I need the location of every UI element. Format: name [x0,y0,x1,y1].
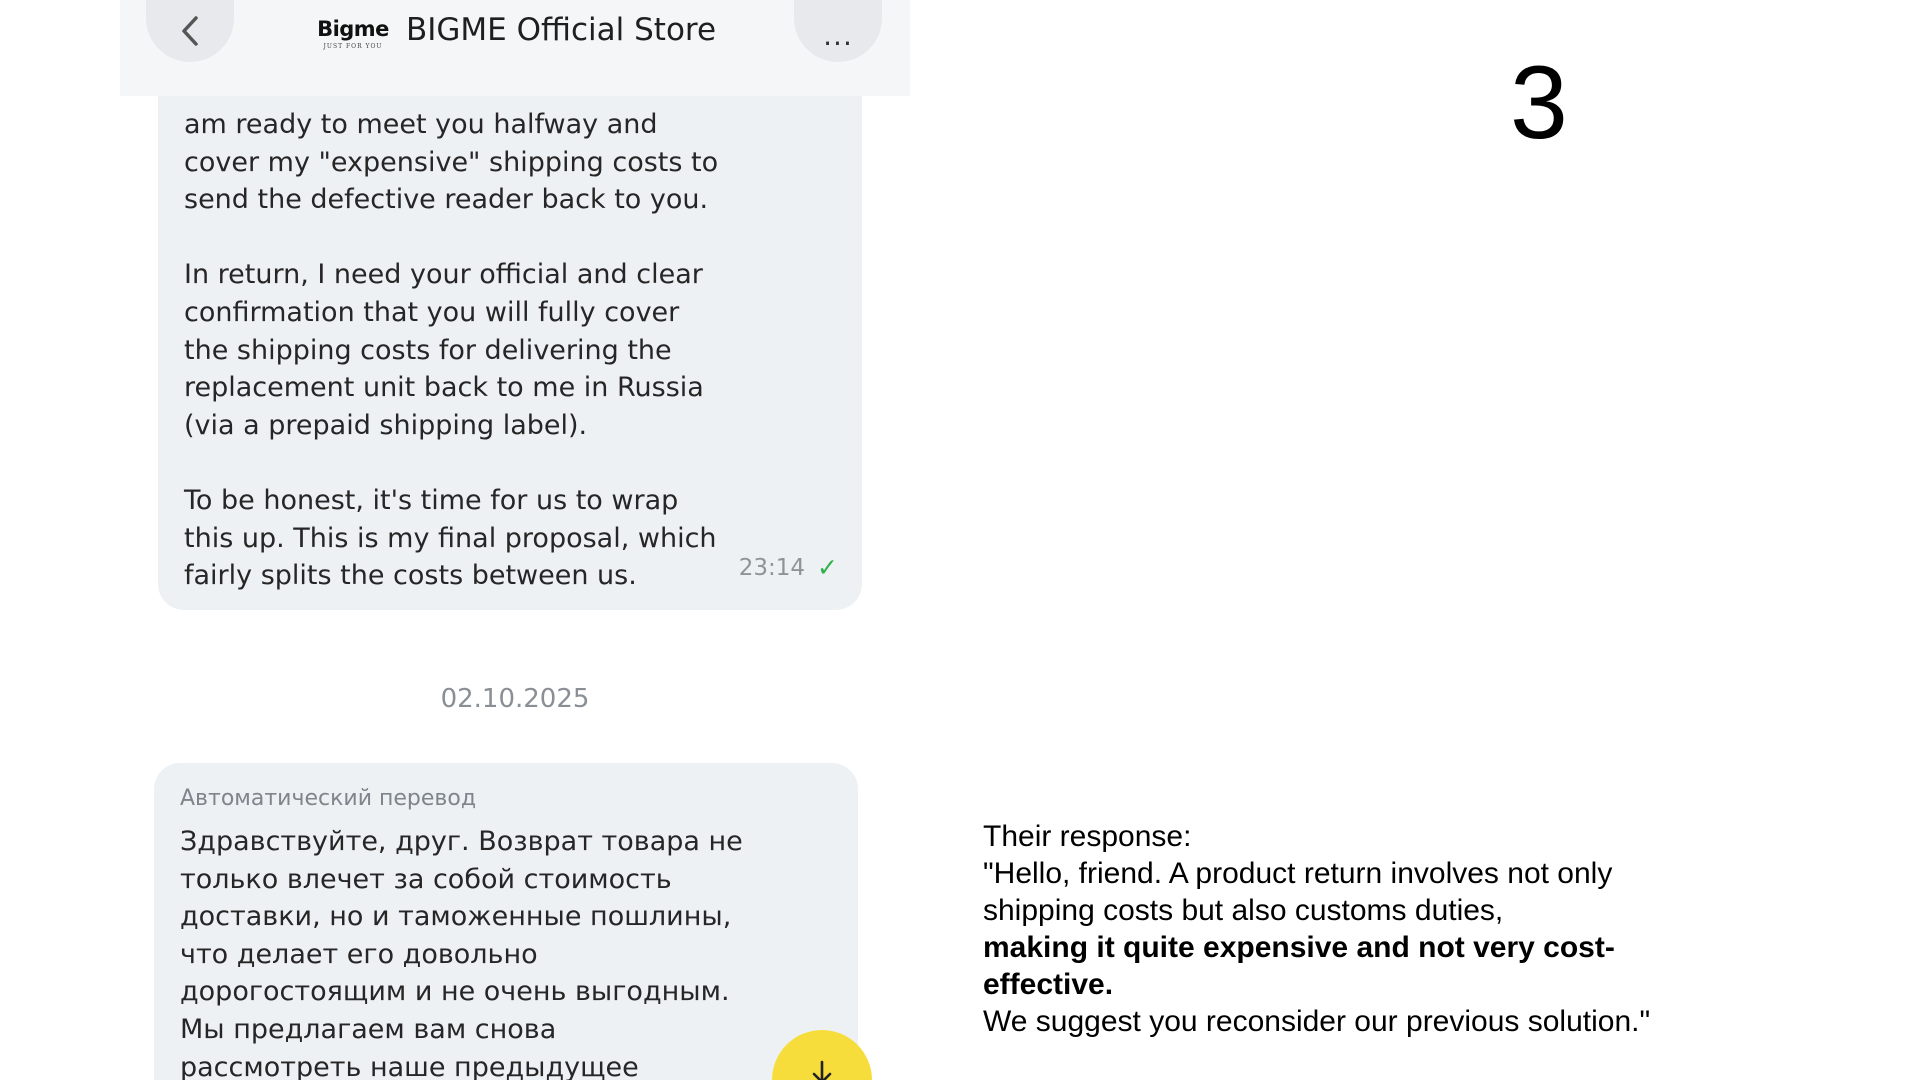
outgoing-message-bubble[interactable]: am ready to meet you halfway and cover my… [158,40,862,610]
date-separator: 02.10.2025 [440,684,590,714]
message-line: confirmation that you will fully cover [184,296,680,328]
caption: Their response: "Hello, friend. A produc… [983,818,1703,1040]
caption-emphasis: making it quite expensive and not very c… [983,931,1615,1001]
logo-tagline: JUST FOR YOU [323,43,383,50]
message-line: send the defective reader back to you. [184,184,709,216]
chat-header: Bigme JUST FOR YOU BIGME Official Store … [120,0,910,96]
message-line: replacement unit back to me in Russia [184,372,704,404]
incoming-message-text: Здравствуйте, друг. Возврат товара не тол… [180,823,832,1080]
message-line: In return, I need your official and clea… [184,259,703,291]
outgoing-message-text: am ready to meet you halfway and cover my… [184,106,836,595]
auto-translation-label: Автоматический перевод [180,786,477,811]
incoming-message-bubble[interactable]: Автоматический перевод Здравствуйте, дру… [154,763,858,1080]
caption-heading: Their response: [983,820,1192,853]
logo-wordmark: Bigme [317,17,389,41]
message-time: 23:14 [738,554,806,581]
message-line: дорогостоящим и не очень выгодным. [180,976,730,1008]
message-line: доставки, но и таможенные пошлины, [180,901,732,933]
more-options-button[interactable]: ... [794,0,882,62]
caption-quote-start: "Hello, friend. A product return involve… [983,857,1613,927]
chat-screen: Bigme JUST FOR YOU BIGME Official Store … [120,0,910,1080]
message-paragraph: In return, I need your official and clea… [184,256,836,444]
message-line: только влечет за собой стоимость [180,863,672,895]
chevron-left-icon [182,16,198,46]
message-line: что делает его довольно [180,938,538,970]
back-button[interactable] [146,0,234,62]
read-check-icon: ✓ [817,553,838,582]
message-line: am ready to meet you halfway and [184,109,658,140]
arrow-down-icon [812,1060,832,1080]
caption-quote-end: We suggest you reconsider our previous s… [983,1005,1651,1038]
message-line: Здравствуйте, друг. Возврат товара не [180,826,743,857]
message-meta: 23:14 ✓ [739,553,838,582]
message-line: рассмотреть наше предыдущее [180,1051,639,1080]
message-line: this up. This is my final proposal, whic… [184,522,717,554]
message-paragraph: am ready to meet you halfway and cover my… [184,106,836,219]
store-name[interactable]: BIGME Official Store [406,10,716,50]
message-line: cover my "expensive" shipping costs to [184,146,719,178]
message-line: (via a prepaid shipping label). [184,409,588,441]
message-line: Мы предлагаем вам снова [180,1013,557,1045]
store-logo[interactable]: Bigme JUST FOR YOU [316,6,390,62]
page-number: 3 [1510,45,1568,161]
message-line: To be honest, it's time for us to wrap [184,484,679,516]
message-line: the shipping costs for delivering the [184,334,672,366]
